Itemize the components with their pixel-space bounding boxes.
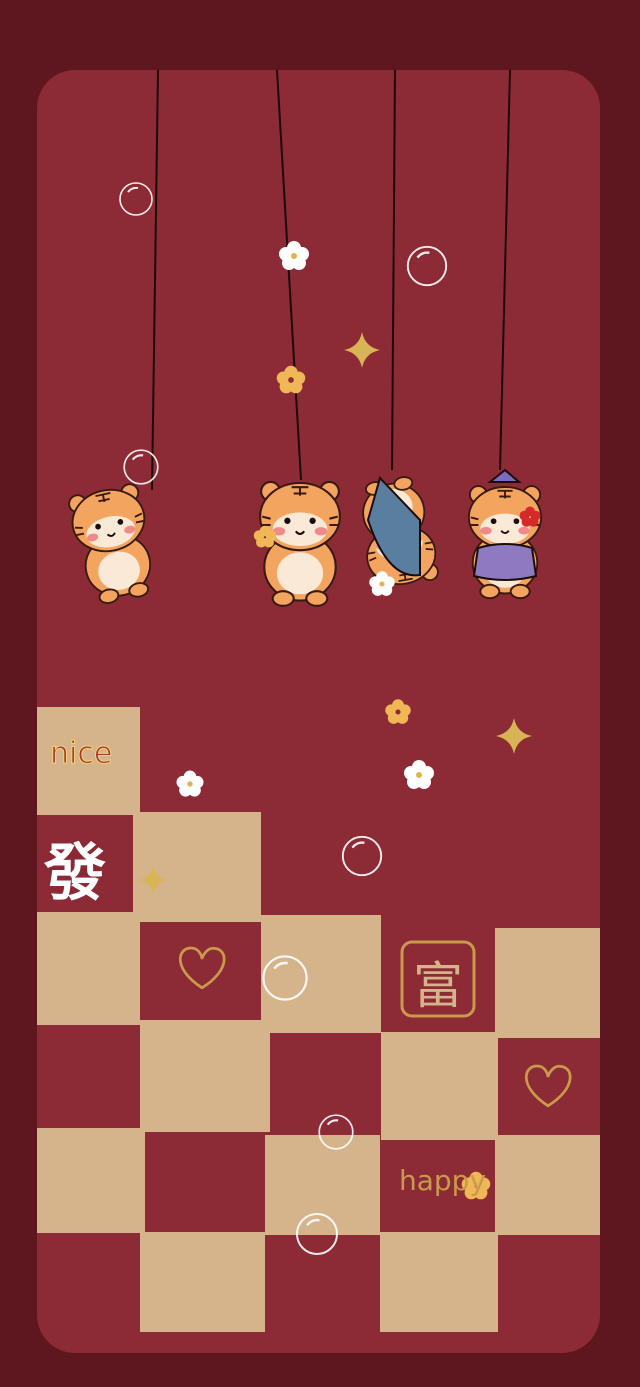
bubble-4 — [341, 835, 383, 877]
nice-label: nice — [50, 736, 113, 772]
heart-2 — [524, 1064, 572, 1108]
checker-tiles — [37, 707, 600, 1332]
bubble-1 — [119, 182, 153, 216]
flower-white-3 — [176, 770, 204, 797]
sparkle-2 — [496, 718, 532, 754]
flower-gold-1 — [276, 365, 306, 394]
tiger-4-hat — [487, 468, 522, 483]
flower-gold-2 — [385, 699, 411, 724]
bubble-2 — [406, 245, 448, 287]
heart-1 — [178, 946, 226, 990]
flower-white-1 — [279, 241, 309, 270]
sparkle-1 — [344, 332, 380, 368]
wallpaper-illustration — [37, 70, 600, 1332]
tiger-1 — [65, 481, 162, 609]
fa-character: 發 — [44, 836, 107, 909]
fu-character: 富 — [413, 957, 463, 1015]
flower-white-4 — [404, 760, 434, 789]
tiger-4 — [467, 485, 543, 600]
happy-label: happy — [399, 1164, 487, 1197]
tiger-4-shirt — [472, 543, 538, 581]
hanging-strings — [151, 70, 511, 491]
